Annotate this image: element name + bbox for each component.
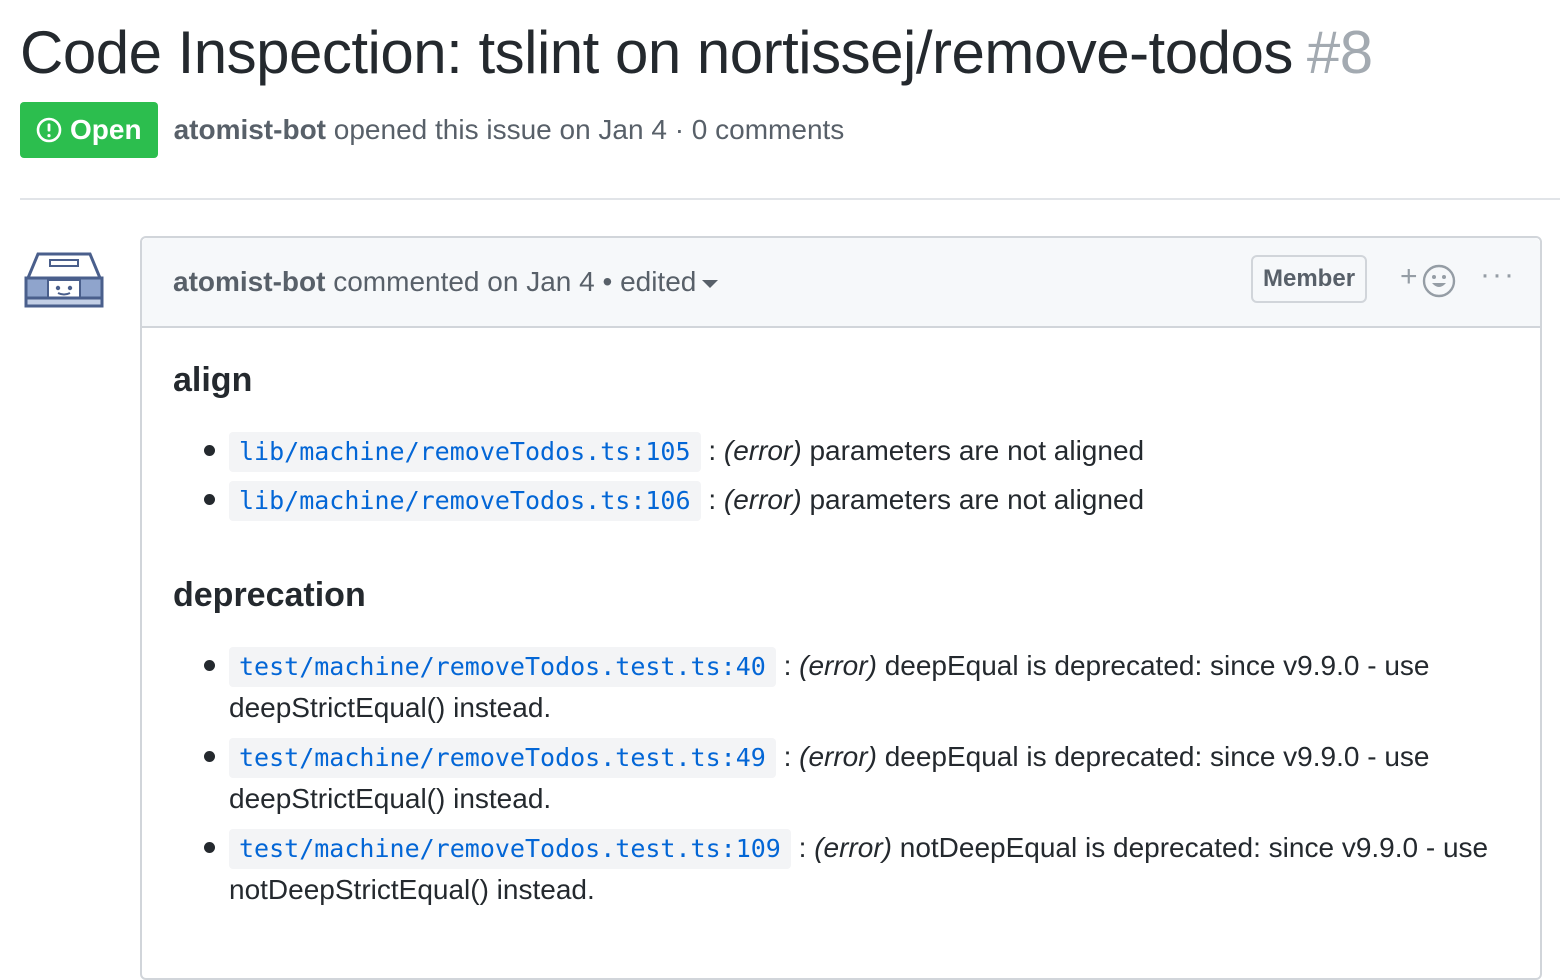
comment-box: atomist-bot commented on Jan 4 • edited … [140,236,1542,980]
triangle-down-icon[interactable] [702,279,719,288]
issue-meta: atomist-bot opened this issue on Jan 4 ·… [174,114,845,146]
comment-header: atomist-bot commented on Jan 4 • edited … [142,238,1540,328]
issue-opened-text: opened this issue on Jan 4 · 0 comments [333,114,845,145]
severity-label: (error) [814,832,892,863]
bullet [204,842,215,853]
item-message: parameters are not aligned [809,435,1145,466]
bullet [204,660,215,671]
kebab-horizontal-icon[interactable]: ··· [1480,258,1516,292]
issue-state-badge: Open [20,102,158,158]
item-separator: : [783,650,792,681]
item-separator: : [708,435,717,466]
item-message: parameters are not aligned [809,484,1145,515]
issue-title-row: Code Inspection: tslint on nortissej/rem… [20,14,1373,92]
file-location-link[interactable]: test/machine/removeTodos.test.ts:109 [229,829,791,869]
file-location-link[interactable]: lib/machine/removeTodos.ts:106 [229,481,701,521]
comment-author-link[interactable]: atomist-bot [173,266,325,297]
severity-label: (error) [799,650,877,681]
issue-list-align: lib/machine/removeTodos.ts:105 : (error)… [173,430,1144,521]
list-item: test/machine/removeTodos.test.ts:109 : (… [173,827,1513,911]
issue-number: #8 [1306,19,1373,86]
issue-opened-icon [36,117,62,143]
list-item: test/machine/removeTodos.test.ts:40 : (e… [173,645,1513,729]
list-item: test/machine/removeTodos.test.ts:49 : (e… [173,736,1513,820]
file-location-link[interactable]: test/machine/removeTodos.test.ts:40 [229,647,776,687]
file-location-link[interactable]: lib/machine/removeTodos.ts:105 [229,432,701,472]
list-item: lib/machine/removeTodos.ts:105 : (error)… [173,430,1144,472]
issue-title: Code Inspection: tslint on nortissej/rem… [20,19,1293,86]
severity-label: (error) [723,484,802,515]
add-reaction-button[interactable]: + [1400,260,1460,300]
severity-label: (error) [799,741,877,772]
bullet [204,494,215,505]
issue-list-deprecation: test/machine/removeTodos.test.ts:40 : (e… [173,645,1513,911]
list-item: lib/machine/removeTodos.ts:106 : (error)… [173,479,1144,521]
comment-meta-text: commented on Jan 4 • edited [333,266,697,297]
comment-meta: atomist-bot commented on Jan 4 • edited [173,262,719,302]
severity-label: (error) [723,435,802,466]
issue-state-label: Open [70,114,142,145]
file-location-link[interactable]: test/machine/removeTodos.test.ts:49 [229,738,776,778]
member-badge: Member [1251,255,1368,303]
item-separator: : [783,741,792,772]
atomist-bot-avatar[interactable] [20,238,108,326]
issue-author-link[interactable]: atomist-bot [174,114,326,145]
section-heading-deprecation: deprecation [173,576,366,614]
header-divider [20,198,1560,200]
bullet [204,445,215,456]
issue-meta-row: Open atomist-bot opened this issue on Ja… [20,102,844,158]
item-separator: : [708,484,717,515]
plus-icon: + [1400,260,1418,293]
smiley-icon [1422,264,1456,298]
section-heading-align: align [173,361,253,399]
item-separator: : [798,832,807,863]
bullet [204,751,215,762]
